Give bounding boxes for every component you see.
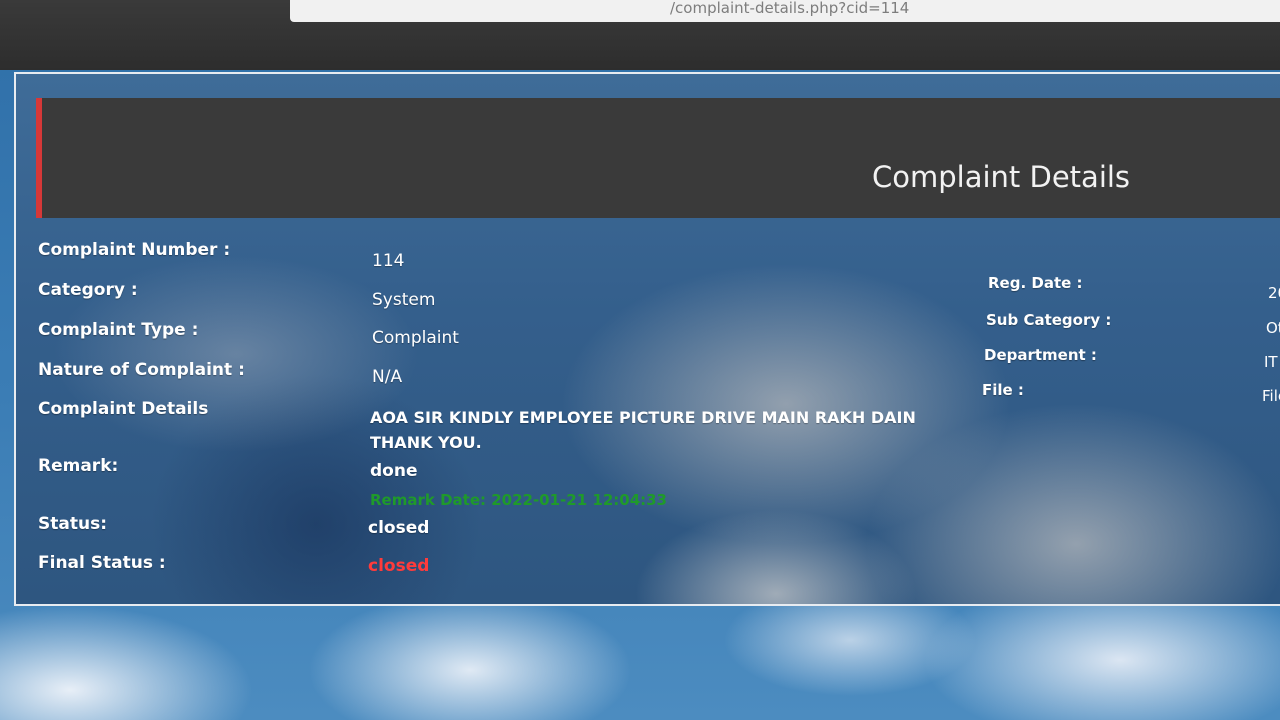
- complaint-details-line-2: THANK YOU.: [370, 433, 482, 452]
- status-value: closed: [368, 518, 430, 538]
- category-value: System: [372, 290, 436, 310]
- complaint-details-label: Complaint Details: [38, 399, 209, 419]
- final-status-label: Final Status :: [38, 553, 166, 573]
- sub-category-label: Sub Category :: [986, 311, 1112, 329]
- sub-category-value: Ot: [1266, 319, 1280, 337]
- nature-of-complaint-value: N/A: [372, 367, 403, 387]
- file-link[interactable]: File: [1262, 387, 1280, 405]
- remark-label: Remark:: [38, 456, 119, 476]
- page-header: Complaint Details: [36, 98, 1280, 218]
- complaint-number-value: 114: [372, 251, 405, 271]
- complaint-details-panel: Complaint Details Complaint Number : 114…: [14, 72, 1280, 606]
- complaint-type-value: Complaint: [372, 328, 459, 348]
- remark-date: Remark Date: 2022-01-21 12:04:33: [370, 491, 667, 509]
- status-label: Status:: [38, 514, 107, 534]
- nature-of-complaint-label: Nature of Complaint :: [38, 360, 245, 380]
- browser-toolbar: /complaint-details.php?cid=114: [0, 0, 1280, 70]
- category-label: Category :: [38, 280, 138, 300]
- page-title: Complaint Details: [872, 160, 1131, 194]
- address-bar-url[interactable]: /complaint-details.php?cid=114: [670, 0, 909, 16]
- reg-date-label: Reg. Date :: [988, 274, 1083, 292]
- complaint-details-line-1: AOA SIR KINDLY EMPLOYEE PICTURE DRIVE MA…: [370, 408, 916, 427]
- department-label: Department :: [984, 346, 1097, 364]
- complaint-number-label: Complaint Number :: [38, 240, 231, 260]
- reg-date-value: 20: [1268, 284, 1280, 302]
- file-label: File :: [982, 381, 1024, 399]
- complaint-type-label: Complaint Type :: [38, 320, 199, 340]
- address-bar[interactable]: /complaint-details.php?cid=114: [290, 0, 1280, 22]
- remark-value: done: [370, 461, 418, 481]
- page: /complaint-details.php?cid=114 Complaint…: [0, 0, 1280, 720]
- department-value: IT: [1264, 353, 1278, 371]
- final-status-value: closed: [368, 556, 430, 576]
